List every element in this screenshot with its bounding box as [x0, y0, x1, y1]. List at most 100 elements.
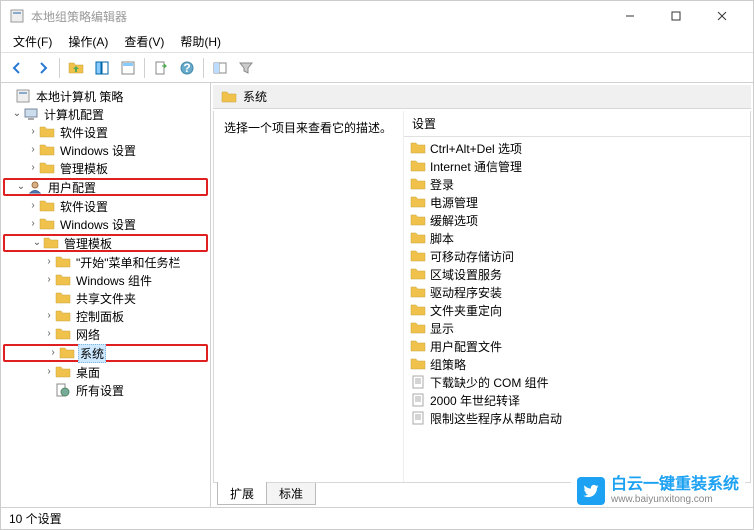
forward-button[interactable] — [31, 56, 55, 80]
tree-all-settings[interactable]: 所有设置 — [1, 381, 210, 399]
up-button[interactable] — [64, 56, 88, 80]
properties-button[interactable] — [116, 56, 140, 80]
menu-view[interactable]: 查看(V) — [116, 31, 172, 52]
filter-button[interactable] — [234, 56, 258, 80]
expand-toggle[interactable]: › — [47, 329, 50, 339]
tree-cc-windows[interactable]: ›Windows 设置 — [1, 141, 210, 159]
show-hide-tree-button[interactable] — [90, 56, 114, 80]
expand-toggle[interactable]: ⌄ — [13, 109, 21, 119]
list-item[interactable]: 驱动程序安装 — [404, 283, 750, 301]
menu-file[interactable]: 文件(F) — [5, 31, 60, 52]
expand-toggle[interactable]: ⌄ — [33, 238, 41, 248]
list-item-label: 可移动存储访问 — [430, 248, 514, 265]
tree-network[interactable]: ›网络 — [1, 325, 210, 343]
folder-icon — [39, 198, 55, 214]
expand-toggle[interactable]: › — [31, 219, 34, 229]
menu-action[interactable]: 操作(A) — [60, 31, 116, 52]
path-bar: 系统 — [213, 85, 751, 109]
tree-label: Windows 组件 — [74, 272, 154, 289]
list-item[interactable]: 组策略 — [404, 355, 750, 373]
setting-icon — [410, 374, 426, 390]
title-bar: 本地组策略编辑器 — [1, 1, 753, 31]
tree-pane[interactable]: 本地计算机 策略 ⌄ 计算机配置 ›软件设置 › Windows 设置 › 管理模板… — [1, 83, 211, 507]
list-item[interactable]: 可移动存储访问 — [404, 247, 750, 265]
tree-win-components[interactable]: › Windows 组件 — [1, 271, 210, 289]
expand-toggle[interactable]: › — [47, 275, 50, 285]
list-item[interactable]: 显示 — [404, 319, 750, 337]
expand-toggle[interactable]: › — [31, 201, 34, 211]
toolbar-separator — [203, 58, 204, 78]
folder-icon — [410, 356, 426, 372]
list-item-label: 下载缺少的 COM 组件 — [430, 374, 549, 391]
tree-label: 系统 — [78, 344, 106, 363]
list-item[interactable]: 缓解选项 — [404, 211, 750, 229]
tree-root[interactable]: 本地计算机 策略 — [1, 87, 210, 105]
folder-icon — [59, 345, 75, 361]
tree-uc-admin[interactable]: ⌄ 管理模板 — [3, 234, 208, 252]
tree-label: 控制面板 — [74, 308, 126, 325]
tree-computer-config[interactable]: ⌄ 计算机配置 — [1, 105, 210, 123]
list-item[interactable]: Ctrl+Alt+Del 选项 — [404, 139, 750, 157]
list-item[interactable]: Internet 通信管理 — [404, 157, 750, 175]
expand-toggle[interactable]: › — [47, 257, 50, 267]
list-item[interactable]: 下载缺少的 COM 组件 — [404, 373, 750, 391]
settings-list[interactable]: 设置 Ctrl+Alt+Del 选项Internet 通信管理登录电源管理缓解选… — [404, 111, 750, 482]
tree-system[interactable]: › 系统 — [3, 344, 208, 362]
tree-uc-software[interactable]: ›软件设置 — [1, 197, 210, 215]
list-item[interactable]: 电源管理 — [404, 193, 750, 211]
expand-toggle[interactable]: ⌄ — [17, 182, 25, 192]
folder-icon — [410, 176, 426, 192]
expand-toggle[interactable]: › — [31, 163, 34, 173]
tree-uc-windows[interactable]: › Windows 设置 — [1, 215, 210, 233]
tree-label: Windows 设置 — [58, 216, 138, 233]
tree-desktop[interactable]: ›桌面 — [1, 363, 210, 381]
tree-cc-software[interactable]: ›软件设置 — [1, 123, 210, 141]
list-item[interactable]: 脚本 — [404, 229, 750, 247]
folder-icon — [410, 284, 426, 300]
help-button[interactable]: ? — [175, 56, 199, 80]
folder-icon — [410, 338, 426, 354]
tree-shared-folders[interactable]: 共享文件夹 — [1, 289, 210, 307]
list-item-label: 脚本 — [430, 230, 454, 247]
list-item[interactable]: 文件夹重定向 — [404, 301, 750, 319]
tree-cc-admin[interactable]: › 管理模板 — [1, 159, 210, 177]
tree-label: 管理模板 — [62, 235, 114, 252]
back-button[interactable] — [5, 56, 29, 80]
tree-label: 管理模板 — [58, 160, 110, 177]
folder-icon — [39, 124, 55, 140]
column-header[interactable]: 设置 — [404, 111, 750, 137]
minimize-button[interactable] — [607, 1, 653, 31]
close-button[interactable] — [699, 1, 745, 31]
status-bar: 10 个设置 — [1, 507, 753, 529]
maximize-button[interactable] — [653, 1, 699, 31]
tree-control-panel[interactable]: › 控制面板 — [1, 307, 210, 325]
tree-start-menu[interactable]: ›"开始"菜单和任务栏 — [1, 253, 210, 271]
list-item[interactable]: 限制这些程序从帮助启动 — [404, 409, 750, 427]
tree-label: 用户配置 — [46, 179, 98, 196]
menu-help[interactable]: 帮助(H) — [172, 31, 229, 52]
tree-label: 所有设置 — [74, 382, 126, 399]
extended-view-button[interactable] — [208, 56, 232, 80]
expand-toggle[interactable]: › — [47, 311, 50, 321]
folder-icon — [410, 230, 426, 246]
tab-extended[interactable]: 扩展 — [217, 482, 267, 505]
folder-icon — [410, 158, 426, 174]
tree-label: 共享文件夹 — [74, 290, 138, 307]
expand-toggle[interactable]: › — [51, 348, 54, 358]
list-item[interactable]: 2000 年世纪转译 — [404, 391, 750, 409]
list-item[interactable]: 区域设置服务 — [404, 265, 750, 283]
tab-standard[interactable]: 标准 — [266, 483, 316, 505]
folder-icon — [221, 89, 237, 105]
list-item[interactable]: 用户配置文件 — [404, 337, 750, 355]
folder-icon — [55, 308, 71, 324]
expand-toggle[interactable]: › — [31, 145, 34, 155]
toolbar-separator — [59, 58, 60, 78]
expand-toggle[interactable]: › — [47, 367, 50, 377]
folder-icon — [410, 194, 426, 210]
list-item[interactable]: 登录 — [404, 175, 750, 193]
expand-toggle[interactable]: › — [31, 127, 34, 137]
list-item-label: 电源管理 — [430, 194, 478, 211]
tree-user-config[interactable]: ⌄ 用户配置 — [3, 178, 208, 196]
list-item-label: Ctrl+Alt+Del 选项 — [430, 140, 522, 157]
export-button[interactable] — [149, 56, 173, 80]
